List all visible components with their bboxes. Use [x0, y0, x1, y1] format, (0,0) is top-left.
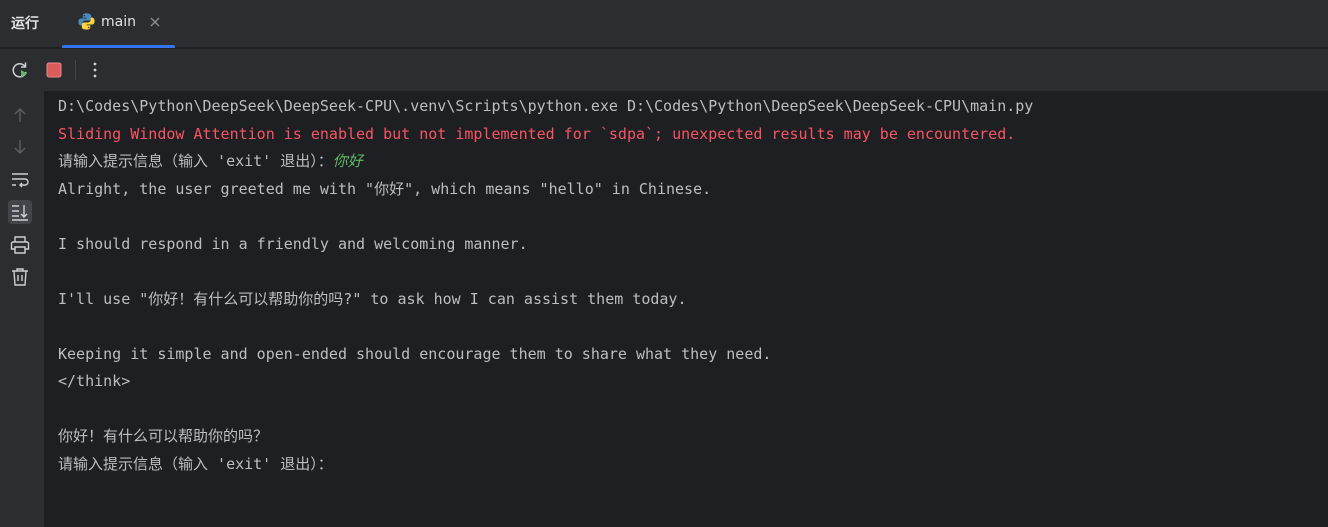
more-icon[interactable] [84, 59, 106, 81]
console-output-line: Keeping it simple and open-ended should … [58, 345, 772, 363]
console-output-line: I'll use "你好！有什么可以帮助你的吗?" to ask how I c… [58, 290, 687, 308]
user-input-text: 你好 [332, 152, 363, 170]
console-warning-line: Sliding Window Attention is enabled but … [58, 125, 1016, 143]
run-tool-window-header: 运行 main [0, 0, 1328, 48]
console-command-line: D:\Codes\Python\DeepSeek\DeepSeek-CPU\.v… [58, 97, 1034, 115]
tab-label: main [101, 14, 136, 30]
tab-main[interactable]: main [62, 0, 175, 48]
python-icon [78, 13, 95, 30]
console-output-line: I should respond in a friendly and welco… [58, 235, 528, 253]
console-output-line: Alright, the user greeted me with "你好", … [58, 180, 712, 198]
active-tab-indicator [62, 45, 175, 48]
console-output-line: </think> [58, 372, 131, 390]
scroll-to-end-icon[interactable] [8, 200, 32, 224]
console-side-toolbar [0, 91, 44, 527]
run-toolbar [0, 49, 1328, 91]
console-output-line: 你好！有什么可以帮助你的吗？ [58, 427, 269, 445]
soft-wrap-icon[interactable] [8, 168, 32, 192]
rerun-icon[interactable] [9, 59, 31, 81]
console-prompt-line: 请输入提示信息（输入 'exit' 退出）：你好 [58, 150, 363, 172]
prompt-text: 请输入提示信息（输入 'exit' 退出）： [58, 152, 333, 170]
print-icon[interactable] [8, 233, 32, 257]
run-tool-window-title: 运行 [11, 16, 39, 32]
toolbar-separator [75, 60, 76, 80]
arrow-up-icon[interactable] [8, 103, 32, 127]
trash-icon[interactable] [8, 265, 32, 289]
arrow-down-icon[interactable] [8, 135, 32, 159]
console-output[interactable]: D:\Codes\Python\DeepSeek\DeepSeek-CPU\.v… [44, 91, 1328, 527]
console-prompt-line: 请输入提示信息（输入 'exit' 退出）： [58, 455, 333, 473]
close-icon[interactable] [149, 16, 161, 28]
stop-icon[interactable] [43, 59, 65, 81]
